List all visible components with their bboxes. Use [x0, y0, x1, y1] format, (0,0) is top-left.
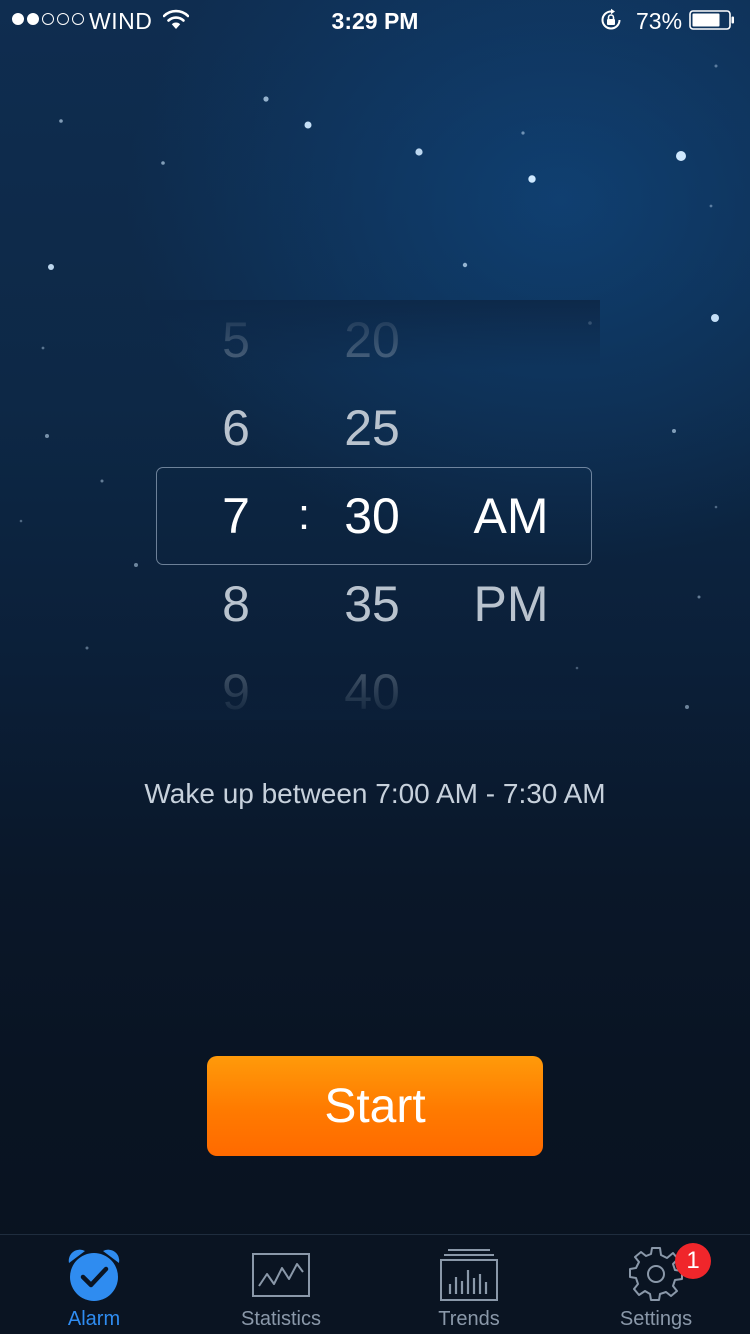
picker-selection-frame	[156, 467, 592, 565]
tab-label: Trends	[438, 1308, 500, 1330]
picker-fade-top	[150, 300, 600, 370]
alarm-clock-icon	[68, 1249, 120, 1301]
minute-option[interactable]: 35	[302, 574, 442, 634]
tab-statistics[interactable]: Statistics	[187, 1235, 375, 1334]
status-bar: WIND 3:29 PM 73%	[0, 0, 750, 40]
sleep-alarm-screen: WIND 3:29 PM 73% 5 6 7 8 9 : 20 25	[0, 0, 750, 1334]
battery-icon	[689, 10, 734, 30]
start-button[interactable]: Start	[207, 1056, 543, 1156]
tab-label: Alarm	[67, 1308, 121, 1330]
trends-bar-chart-icon	[440, 1249, 498, 1301]
period-option[interactable]: PM	[441, 574, 581, 634]
tab-alarm[interactable]: Alarm	[0, 1235, 188, 1334]
picker-fade-bottom	[150, 660, 600, 720]
minute-option[interactable]: 25	[302, 398, 442, 458]
hour-option[interactable]: 6	[166, 398, 306, 458]
tab-label: Statistics	[240, 1308, 322, 1330]
tab-trends[interactable]: Trends	[375, 1235, 563, 1334]
statistics-chart-icon	[252, 1253, 310, 1297]
hour-option[interactable]: 8	[166, 574, 306, 634]
tab-label: Settings	[619, 1308, 693, 1330]
tab-settings[interactable]: Settings	[562, 1235, 750, 1334]
tab-bar: Alarm Statistics Trends Settings	[0, 1234, 750, 1334]
wake-window-text: Wake up between 7:00 AM - 7:30 AM	[144, 778, 606, 809]
battery-percent: 73%	[636, 8, 683, 34]
settings-notification-badge: 1	[675, 1243, 711, 1279]
rotation-lock-icon	[601, 8, 621, 30]
